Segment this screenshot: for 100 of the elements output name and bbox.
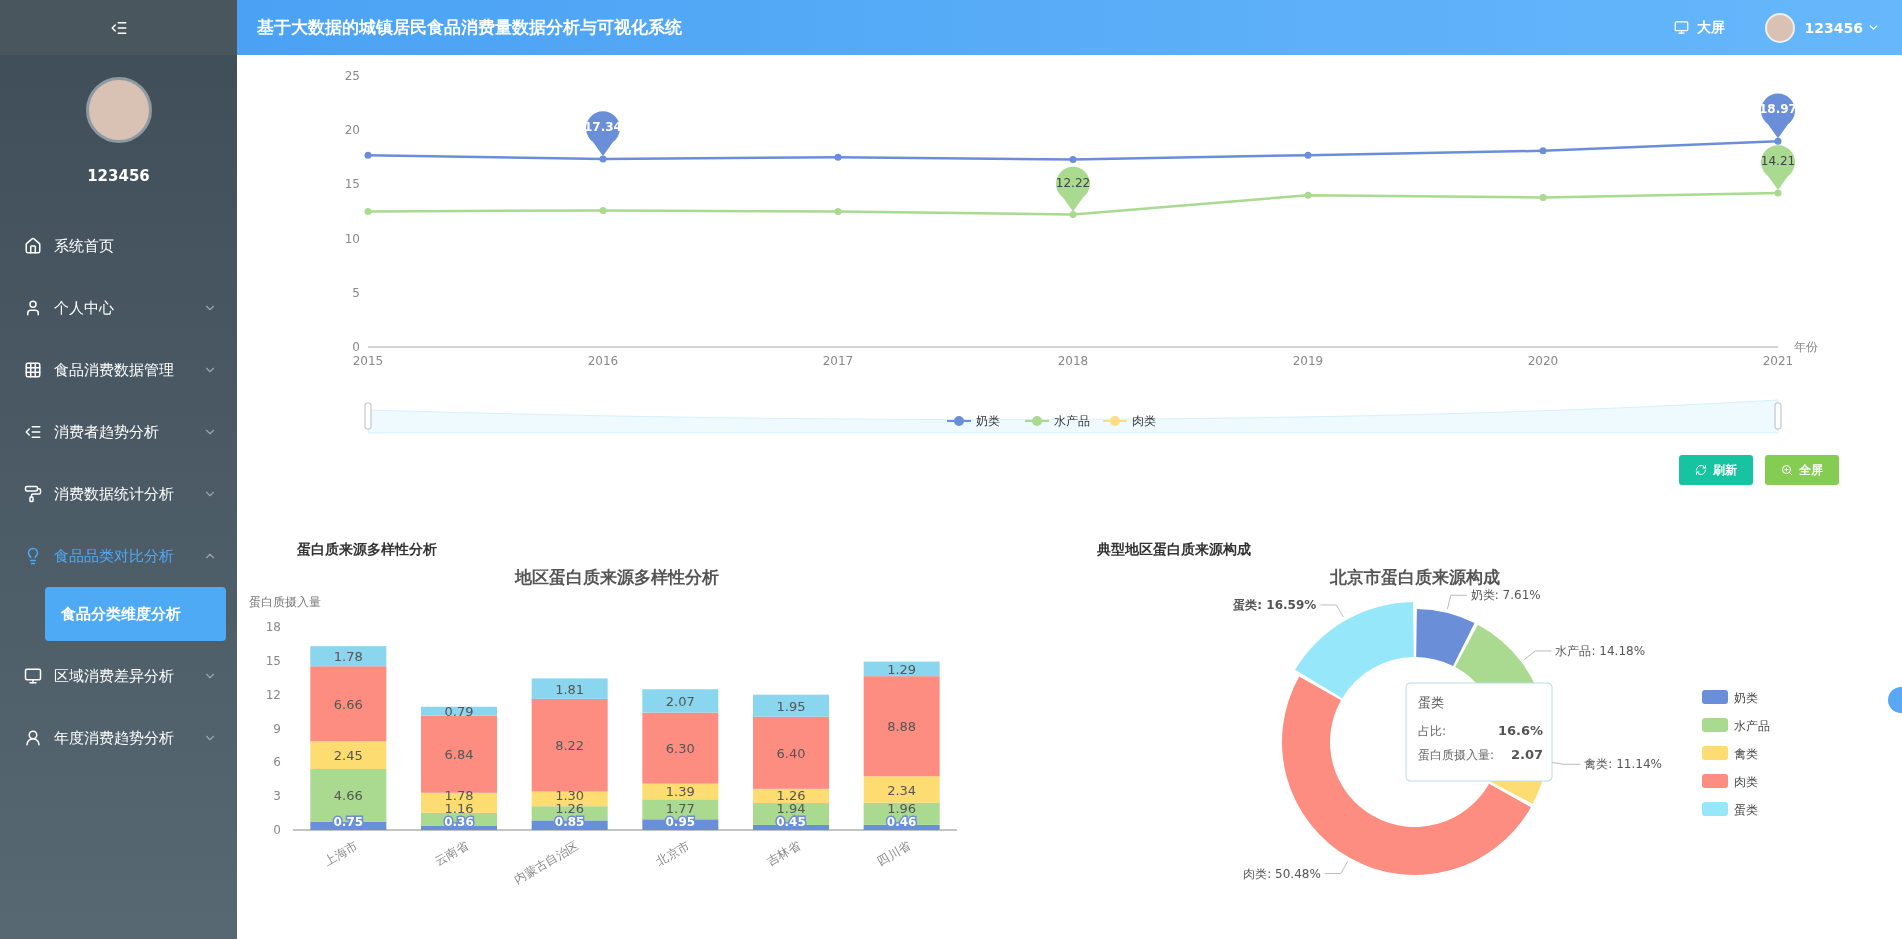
legend-label: 禽类 xyxy=(1734,747,1758,761)
data-point xyxy=(599,155,607,163)
bar-value-label: 8.88 xyxy=(887,719,917,735)
refresh-icon xyxy=(1695,464,1707,476)
legend-label: 水产品 xyxy=(1054,414,1090,428)
axis-tick-label: 内蒙古自治区 xyxy=(511,838,582,887)
data-point xyxy=(1304,191,1312,199)
range-slider[interactable] xyxy=(364,399,1782,434)
legend-label: 肉类 xyxy=(1132,414,1156,428)
menu-item[interactable]: 年度消费趋势分析 xyxy=(0,707,237,769)
axis-tick-label: 0 xyxy=(352,340,360,354)
bar-value-label: 1.78 xyxy=(333,649,363,665)
axis-tick-label: 上海市 xyxy=(321,838,360,869)
bar-value-label: 0.75 xyxy=(333,815,364,829)
tooltip-title: 蛋类 xyxy=(1418,695,1444,710)
username: 123456 xyxy=(86,167,151,185)
leader-line xyxy=(1446,594,1468,610)
marker-pin xyxy=(1761,145,1795,190)
axis-tick-label: 12 xyxy=(265,687,281,702)
legend-item[interactable]: 肉类 xyxy=(1702,774,1758,789)
menu-item[interactable]: 个人中心 xyxy=(0,277,237,339)
legend-item[interactable]: 蛋类 xyxy=(1702,802,1758,817)
axis-tick-label: 2019 xyxy=(1292,354,1324,368)
legend-item[interactable]: 禽类 xyxy=(1702,746,1758,761)
chart-title: 地区蛋白质来源多样性分析 xyxy=(515,567,719,587)
bar-value-label: 6.66 xyxy=(333,696,363,712)
axis-tick-label: 15 xyxy=(265,653,281,668)
marker-pin xyxy=(1761,93,1795,139)
bar-value-label: 2.45 xyxy=(333,748,363,764)
section-heading: 蛋白质来源多样性分析 xyxy=(297,541,438,559)
bar-value-label: 1.16 xyxy=(444,801,474,816)
data-point xyxy=(834,208,842,215)
legend-item[interactable]: 奶类 xyxy=(1702,690,1758,705)
slice-label: 肉类: 50.48% xyxy=(1243,866,1321,881)
bar-value-label: 1.94 xyxy=(776,801,806,816)
legend-item[interactable]: 肉类 xyxy=(1102,414,1156,428)
menu-item-icon xyxy=(24,667,42,685)
data-point xyxy=(1539,193,1547,201)
monitor-icon xyxy=(1673,20,1689,35)
menu-item[interactable]: 系统首页 xyxy=(0,215,237,277)
menu-item-icon xyxy=(24,237,42,255)
legend-item[interactable]: 水产品 xyxy=(1702,718,1770,733)
legend-label: 水产品 xyxy=(1734,719,1770,733)
legend-label: 肉类 xyxy=(1734,775,1758,789)
menu-item[interactable]: 消费数据统计分析 xyxy=(0,463,237,525)
data-point xyxy=(1304,151,1312,159)
tooltip-label: 蛋白质摄入量: xyxy=(1418,748,1495,762)
bar-value-label: 6.84 xyxy=(444,747,474,763)
menu-item-icon xyxy=(24,423,42,441)
bar-value-label: 1.81 xyxy=(555,681,585,697)
marker-pin xyxy=(1056,166,1090,212)
data-point xyxy=(1774,137,1782,145)
axis-tick-label: 15 xyxy=(344,177,360,192)
data-point xyxy=(834,153,842,161)
bar-value-label: 1.78 xyxy=(444,788,474,803)
legend-label: 奶类 xyxy=(1734,691,1758,705)
slice-label: 奶类: 7.61% xyxy=(1470,588,1541,603)
axis-tick-label: 25 xyxy=(344,69,360,83)
bar-value-label: 1.30 xyxy=(555,788,585,803)
legend-item[interactable]: 奶类 xyxy=(946,414,1000,428)
axis-tick-label: 云南省 xyxy=(432,838,471,869)
axis-tick-label: 18 xyxy=(265,620,281,634)
menu-item[interactable]: 区域消费差异分析 xyxy=(0,645,237,707)
marker-label: 17.34 xyxy=(584,120,622,135)
bar-value-label: 1.77 xyxy=(665,801,695,816)
axis-tick-label: 20 xyxy=(344,123,360,138)
bar-value-label: 2.34 xyxy=(887,782,917,798)
menu-item-icon xyxy=(24,485,42,503)
axis-tick-label: 北京市 xyxy=(653,838,692,869)
leader-line xyxy=(1324,860,1349,875)
menu-item-icon xyxy=(24,299,42,317)
zoom-in-icon xyxy=(1781,464,1793,476)
menu-item[interactable]: 消费者趋势分析 xyxy=(0,401,237,463)
leader-line xyxy=(1319,604,1344,618)
data-point xyxy=(364,208,372,215)
bar-value-label: 2.07 xyxy=(665,693,695,709)
axis-tick-label: 0 xyxy=(273,823,281,837)
bar-value-label: 0.85 xyxy=(554,815,585,829)
axis-tick-label: 2015 xyxy=(352,354,384,368)
axis-name: 年份 xyxy=(1794,340,1818,354)
bar-value-label: 1.96 xyxy=(887,801,917,816)
chart-title: 北京市蛋白质来源构成 xyxy=(1330,567,1500,587)
data-point xyxy=(364,151,372,159)
axis-tick-label: 四川省 xyxy=(875,838,914,869)
tooltip-value: 2.07 xyxy=(1510,747,1543,762)
axis-tick-label: 9 xyxy=(273,721,281,736)
data-point xyxy=(1069,155,1077,163)
marker-label: 14.21 xyxy=(1760,153,1796,168)
data-point xyxy=(599,206,607,214)
slice-label: 水产品: 14.18% xyxy=(1555,643,1646,658)
axis-tick-label: 2020 xyxy=(1527,354,1559,368)
axis-tick-label: 6 xyxy=(273,755,281,770)
user-avatar xyxy=(1764,12,1795,43)
axis-tick-label: 2021 xyxy=(1762,354,1794,368)
menu-item-icon xyxy=(24,361,42,379)
legend-item[interactable]: 水产品 xyxy=(1024,414,1090,428)
app-title: 基于大数据的城镇居民食品消费量数据分析与可视化系统 xyxy=(257,16,683,39)
section-heading: 典型地区蛋白质来源构成 xyxy=(1097,541,1252,559)
data-point xyxy=(1774,189,1782,197)
menu-item[interactable]: 食品消费数据管理 xyxy=(0,339,237,401)
